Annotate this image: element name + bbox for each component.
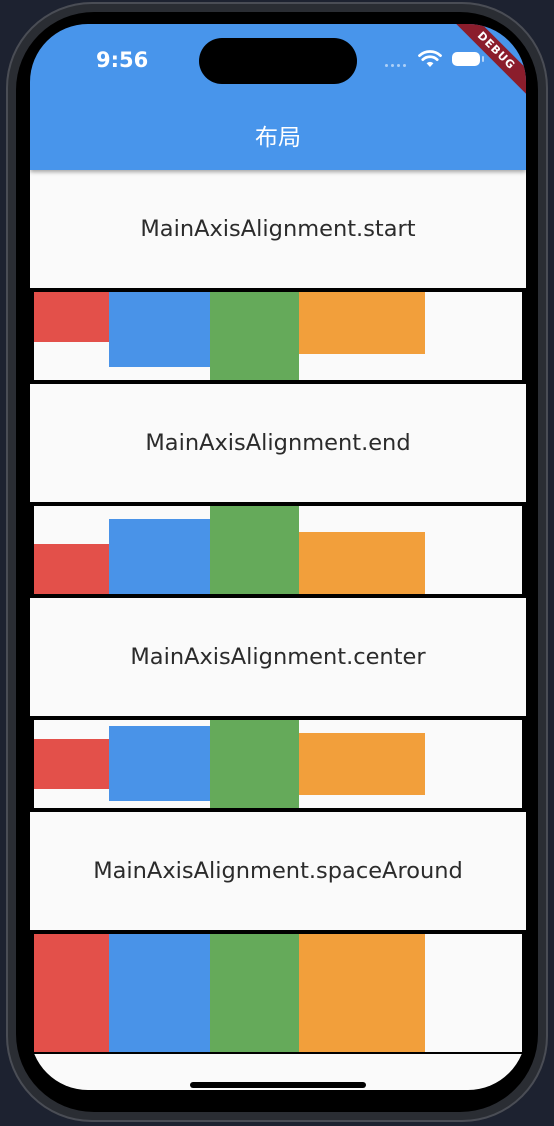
row-demo-space-around — [34, 934, 522, 1052]
debug-banner: DEBUG — [440, 24, 526, 107]
green-block — [210, 292, 299, 380]
battery-icon — [452, 52, 484, 66]
row-demo-center — [34, 720, 522, 808]
row-demo-end — [34, 506, 522, 594]
section-label-start: MainAxisAlignment.start — [30, 170, 526, 288]
orange-block — [299, 733, 425, 795]
layout-demo-list: MainAxisAlignment.start MainAxisAlignmen… — [30, 170, 526, 1090]
page-title: 布局 — [255, 125, 301, 151]
red-block — [34, 292, 109, 342]
app-bar: 9:56 DEBUG 布局 — [30, 24, 526, 170]
blue-block — [109, 292, 210, 367]
red-block — [34, 934, 109, 1052]
orange-block — [299, 292, 425, 354]
orange-block — [299, 532, 425, 594]
home-indicator[interactable] — [190, 1082, 366, 1088]
section-label-center: MainAxisAlignment.center — [30, 598, 526, 716]
red-block — [34, 739, 109, 789]
green-block — [210, 934, 299, 1052]
blue-block — [109, 726, 210, 801]
screen: 9:56 DEBUG 布局 MainAxisAlignment.start Ma… — [30, 24, 526, 1090]
dynamic-island — [199, 38, 357, 84]
section-label-end: MainAxisAlignment.end — [30, 384, 526, 502]
status-time: 9:56 — [96, 48, 149, 72]
signal-dots-icon — [385, 64, 409, 68]
blue-block — [109, 519, 210, 594]
red-block — [34, 544, 109, 594]
orange-block — [299, 934, 425, 1052]
blue-block — [109, 934, 210, 1052]
row-demo-start — [34, 292, 522, 380]
green-block — [210, 720, 299, 808]
wifi-icon — [418, 50, 442, 67]
section-label-space-around: MainAxisAlignment.spaceAround — [30, 812, 526, 930]
green-block — [210, 506, 299, 594]
